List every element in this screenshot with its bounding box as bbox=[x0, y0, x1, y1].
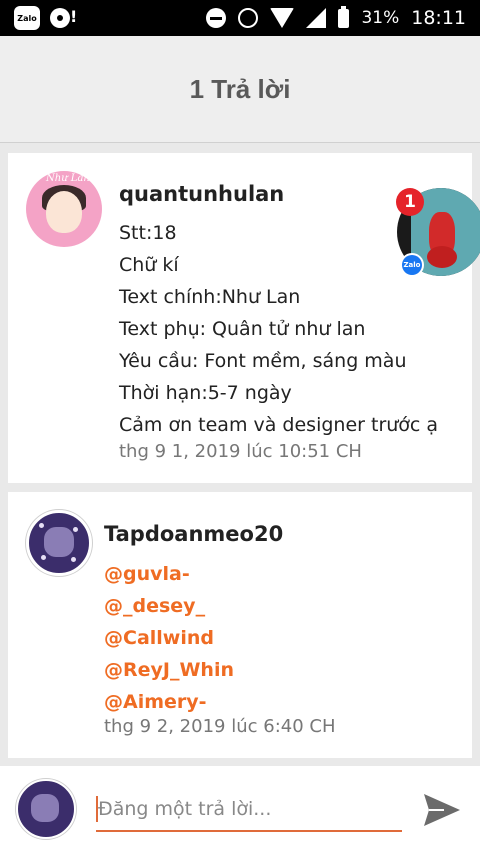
zalo-icon-label: Zalo bbox=[17, 13, 37, 23]
reply-mentions: @guvla- @_desey_ @Callwind @ReyJ_Whin @A… bbox=[104, 558, 234, 718]
zalo-icon: Zalo bbox=[14, 6, 40, 30]
post-line: Cảm ơn team và designer trước ạ bbox=[119, 414, 439, 436]
send-icon[interactable] bbox=[420, 788, 464, 832]
notification-badge: 1 bbox=[396, 188, 424, 216]
post-line: Yêu cầu: Font mềm, sáng màu bbox=[119, 350, 407, 372]
post-line: Stt:18 bbox=[119, 222, 177, 244]
post-line: Chữ kí bbox=[119, 254, 179, 276]
zalo-badge-icon: Zalo bbox=[400, 253, 424, 277]
mention-link[interactable]: @ReyJ_Whin bbox=[104, 654, 234, 686]
alarm-icon bbox=[238, 8, 259, 28]
mention-link[interactable]: @_desey_ bbox=[104, 590, 234, 622]
mention-link[interactable]: @guvla- bbox=[104, 558, 234, 590]
avatar[interactable] bbox=[26, 510, 92, 576]
post-line: Thời hạn:5-7 ngày bbox=[119, 382, 292, 404]
post-line: Text phụ: Quân tử như lan bbox=[119, 318, 366, 340]
wifi-icon bbox=[270, 8, 295, 28]
post-line: Text chính:Như Lan bbox=[119, 286, 301, 308]
disc-icon: ! bbox=[50, 6, 78, 30]
reply-timestamp: thg 9 2, 2019 lúc 6:40 CH bbox=[104, 716, 336, 737]
battery-icon bbox=[338, 5, 350, 28]
battery-percent: 31% bbox=[361, 8, 400, 28]
avatar[interactable]: Như Lan bbox=[26, 171, 102, 247]
avatar-text: Như Lan bbox=[46, 173, 90, 184]
status-bar: Zalo ! 31% 18:11 bbox=[0, 0, 480, 36]
reply-author[interactable]: Tapdoanmeo20 bbox=[104, 522, 283, 546]
post-body: Stt:18 Chữ kí Text chính:Như Lan Text ph… bbox=[119, 217, 438, 441]
post-timestamp: thg 9 1, 2019 lúc 10:51 CH bbox=[119, 441, 362, 462]
text-caret bbox=[96, 796, 98, 822]
clock-time: 18:11 bbox=[411, 7, 466, 29]
reply-composer bbox=[0, 766, 480, 854]
reply-input[interactable] bbox=[96, 788, 402, 832]
reply-card: Tapdoanmeo20 @guvla- @_desey_ @Callwind … bbox=[8, 492, 472, 758]
post-author[interactable]: quantunhulan bbox=[119, 182, 284, 206]
notice-mark: ! bbox=[70, 7, 78, 26]
signal-icon bbox=[306, 8, 327, 28]
zalo-badge-label: Zalo bbox=[402, 255, 422, 275]
header: 1 Trả lời bbox=[0, 36, 480, 143]
page-title: 1 Trả lời bbox=[189, 73, 291, 104]
minus-icon bbox=[206, 8, 227, 28]
avatar bbox=[16, 779, 76, 839]
mention-link[interactable]: @Callwind bbox=[104, 622, 234, 654]
